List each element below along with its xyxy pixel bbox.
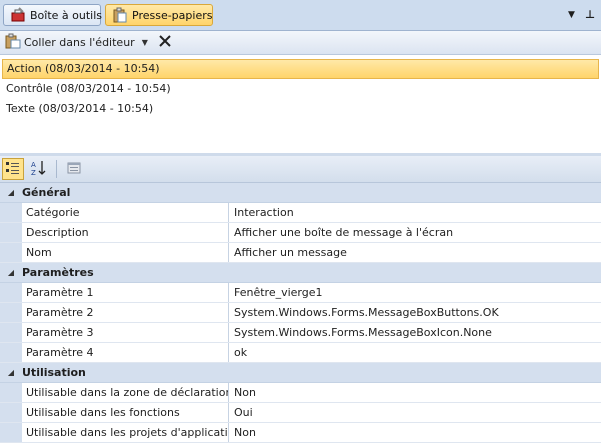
property-row[interactable]: Catégorie Interaction bbox=[0, 203, 601, 223]
clipboard-item[interactable]: Contrôle (08/03/2014 - 10:54) bbox=[0, 79, 601, 99]
collapse-triangle-icon[interactable]: ◢ bbox=[0, 188, 22, 197]
categorized-view-button[interactable] bbox=[2, 158, 24, 180]
tab-clipboard-label: Presse-papiers bbox=[132, 8, 213, 22]
property-name: Description bbox=[22, 223, 229, 242]
property-value[interactable]: ok bbox=[229, 343, 601, 362]
categorized-view-icon bbox=[5, 160, 21, 179]
property-row[interactable]: Paramètre 3 System.Windows.Forms.Message… bbox=[0, 323, 601, 343]
toolbar-separator bbox=[56, 160, 57, 178]
category-label: Utilisation bbox=[22, 366, 86, 379]
property-name: Paramètre 1 bbox=[22, 283, 229, 302]
property-grid: AZ ◢ Général Catégorie Interaction Descr… bbox=[0, 156, 601, 443]
category-usage[interactable]: ◢ Utilisation bbox=[0, 363, 601, 383]
property-row[interactable]: Utilisable dans les fonctions Oui bbox=[0, 403, 601, 423]
property-value[interactable]: Fenêtre_vierge1 bbox=[229, 283, 601, 302]
clipboard-item[interactable]: Texte (08/03/2014 - 10:54) bbox=[0, 99, 601, 119]
tab-toolbox[interactable]: Boîte à outils bbox=[3, 4, 103, 26]
category-general[interactable]: ◢ Général bbox=[0, 183, 601, 203]
property-row[interactable]: Paramètre 1 Fenêtre_vierge1 bbox=[0, 283, 601, 303]
property-name: Utilisable dans les projets d'applicatio… bbox=[22, 423, 229, 442]
property-name: Nom bbox=[22, 243, 229, 262]
category-label: Paramètres bbox=[22, 266, 94, 279]
property-value[interactable]: Afficher une boîte de message à l'écran bbox=[229, 223, 601, 242]
property-value[interactable]: Non bbox=[229, 383, 601, 402]
property-pages-button[interactable] bbox=[63, 158, 85, 180]
property-value[interactable]: System.Windows.Forms.MessageBoxButtons.O… bbox=[229, 303, 601, 322]
tab-toolbox-label: Boîte à outils bbox=[30, 8, 103, 22]
property-rows: ◢ Général Catégorie Interaction Descript… bbox=[0, 183, 601, 443]
close-icon bbox=[158, 34, 172, 51]
tab-clipboard[interactable]: Presse-papiers bbox=[105, 4, 213, 26]
property-value[interactable]: Non bbox=[229, 423, 601, 442]
property-row[interactable]: Paramètre 2 System.Windows.Forms.Message… bbox=[0, 303, 601, 323]
collapse-triangle-icon[interactable]: ◢ bbox=[0, 368, 22, 377]
window-menu-dropdown[interactable]: ▼ bbox=[568, 10, 575, 20]
property-value[interactable]: Afficher un message bbox=[229, 243, 601, 262]
property-name: Paramètre 2 bbox=[22, 303, 229, 322]
property-row[interactable]: Paramètre 4 ok bbox=[0, 343, 601, 363]
toolbox-icon bbox=[10, 7, 26, 23]
alphabetical-sort-icon: AZ bbox=[31, 160, 47, 179]
paste-into-editor-label: Coller dans l'éditeur bbox=[24, 36, 135, 49]
collapse-triangle-icon[interactable]: ◢ bbox=[0, 268, 22, 277]
svg-text:Z: Z bbox=[31, 169, 36, 176]
property-name: Paramètre 4 bbox=[22, 343, 229, 362]
property-value[interactable]: Oui bbox=[229, 403, 601, 422]
property-value[interactable]: System.Windows.Forms.MessageBoxIcon.None bbox=[229, 323, 601, 342]
clipboard-panel: Coller dans l'éditeur ▼ Action (08/03/20… bbox=[0, 30, 601, 153]
tool-window-tabs: Boîte à outils Presse-papiers ▼ ⊥ bbox=[0, 0, 601, 30]
property-row[interactable]: Description Afficher une boîte de messag… bbox=[0, 223, 601, 243]
clipboard-toolbar: Coller dans l'éditeur ▼ bbox=[0, 31, 601, 55]
pin-icon[interactable]: ⊥ bbox=[585, 8, 595, 21]
paste-into-editor-button[interactable]: Coller dans l'éditeur ▼ bbox=[3, 33, 150, 53]
property-row[interactable]: Nom Afficher un message bbox=[0, 243, 601, 263]
property-name: Utilisable dans la zone de déclaration bbox=[22, 383, 229, 402]
chevron-down-icon[interactable]: ▼ bbox=[142, 38, 148, 47]
delete-button[interactable] bbox=[156, 33, 174, 53]
property-row[interactable]: Utilisable dans les projets d'applicatio… bbox=[0, 423, 601, 443]
clipboard-item[interactable]: Action (08/03/2014 - 10:54) bbox=[2, 59, 599, 79]
property-pages-icon bbox=[66, 160, 82, 179]
property-name: Utilisable dans les fonctions bbox=[22, 403, 229, 422]
category-parameters[interactable]: ◢ Paramètres bbox=[0, 263, 601, 283]
clipboard-list: Action (08/03/2014 - 10:54) Contrôle (08… bbox=[0, 55, 601, 119]
category-label: Général bbox=[22, 186, 71, 199]
property-name: Catégorie bbox=[22, 203, 229, 222]
alphabetical-sort-button[interactable]: AZ bbox=[28, 158, 50, 180]
property-grid-toolbar: AZ bbox=[0, 156, 601, 183]
property-row[interactable]: Utilisable dans la zone de déclaration N… bbox=[0, 383, 601, 403]
clipboard-icon bbox=[112, 7, 128, 23]
svg-text:A: A bbox=[31, 161, 36, 169]
window-controls: ▼ ⊥ bbox=[568, 8, 595, 21]
paste-icon bbox=[5, 33, 21, 52]
property-value[interactable]: Interaction bbox=[229, 203, 601, 222]
property-name: Paramètre 3 bbox=[22, 323, 229, 342]
